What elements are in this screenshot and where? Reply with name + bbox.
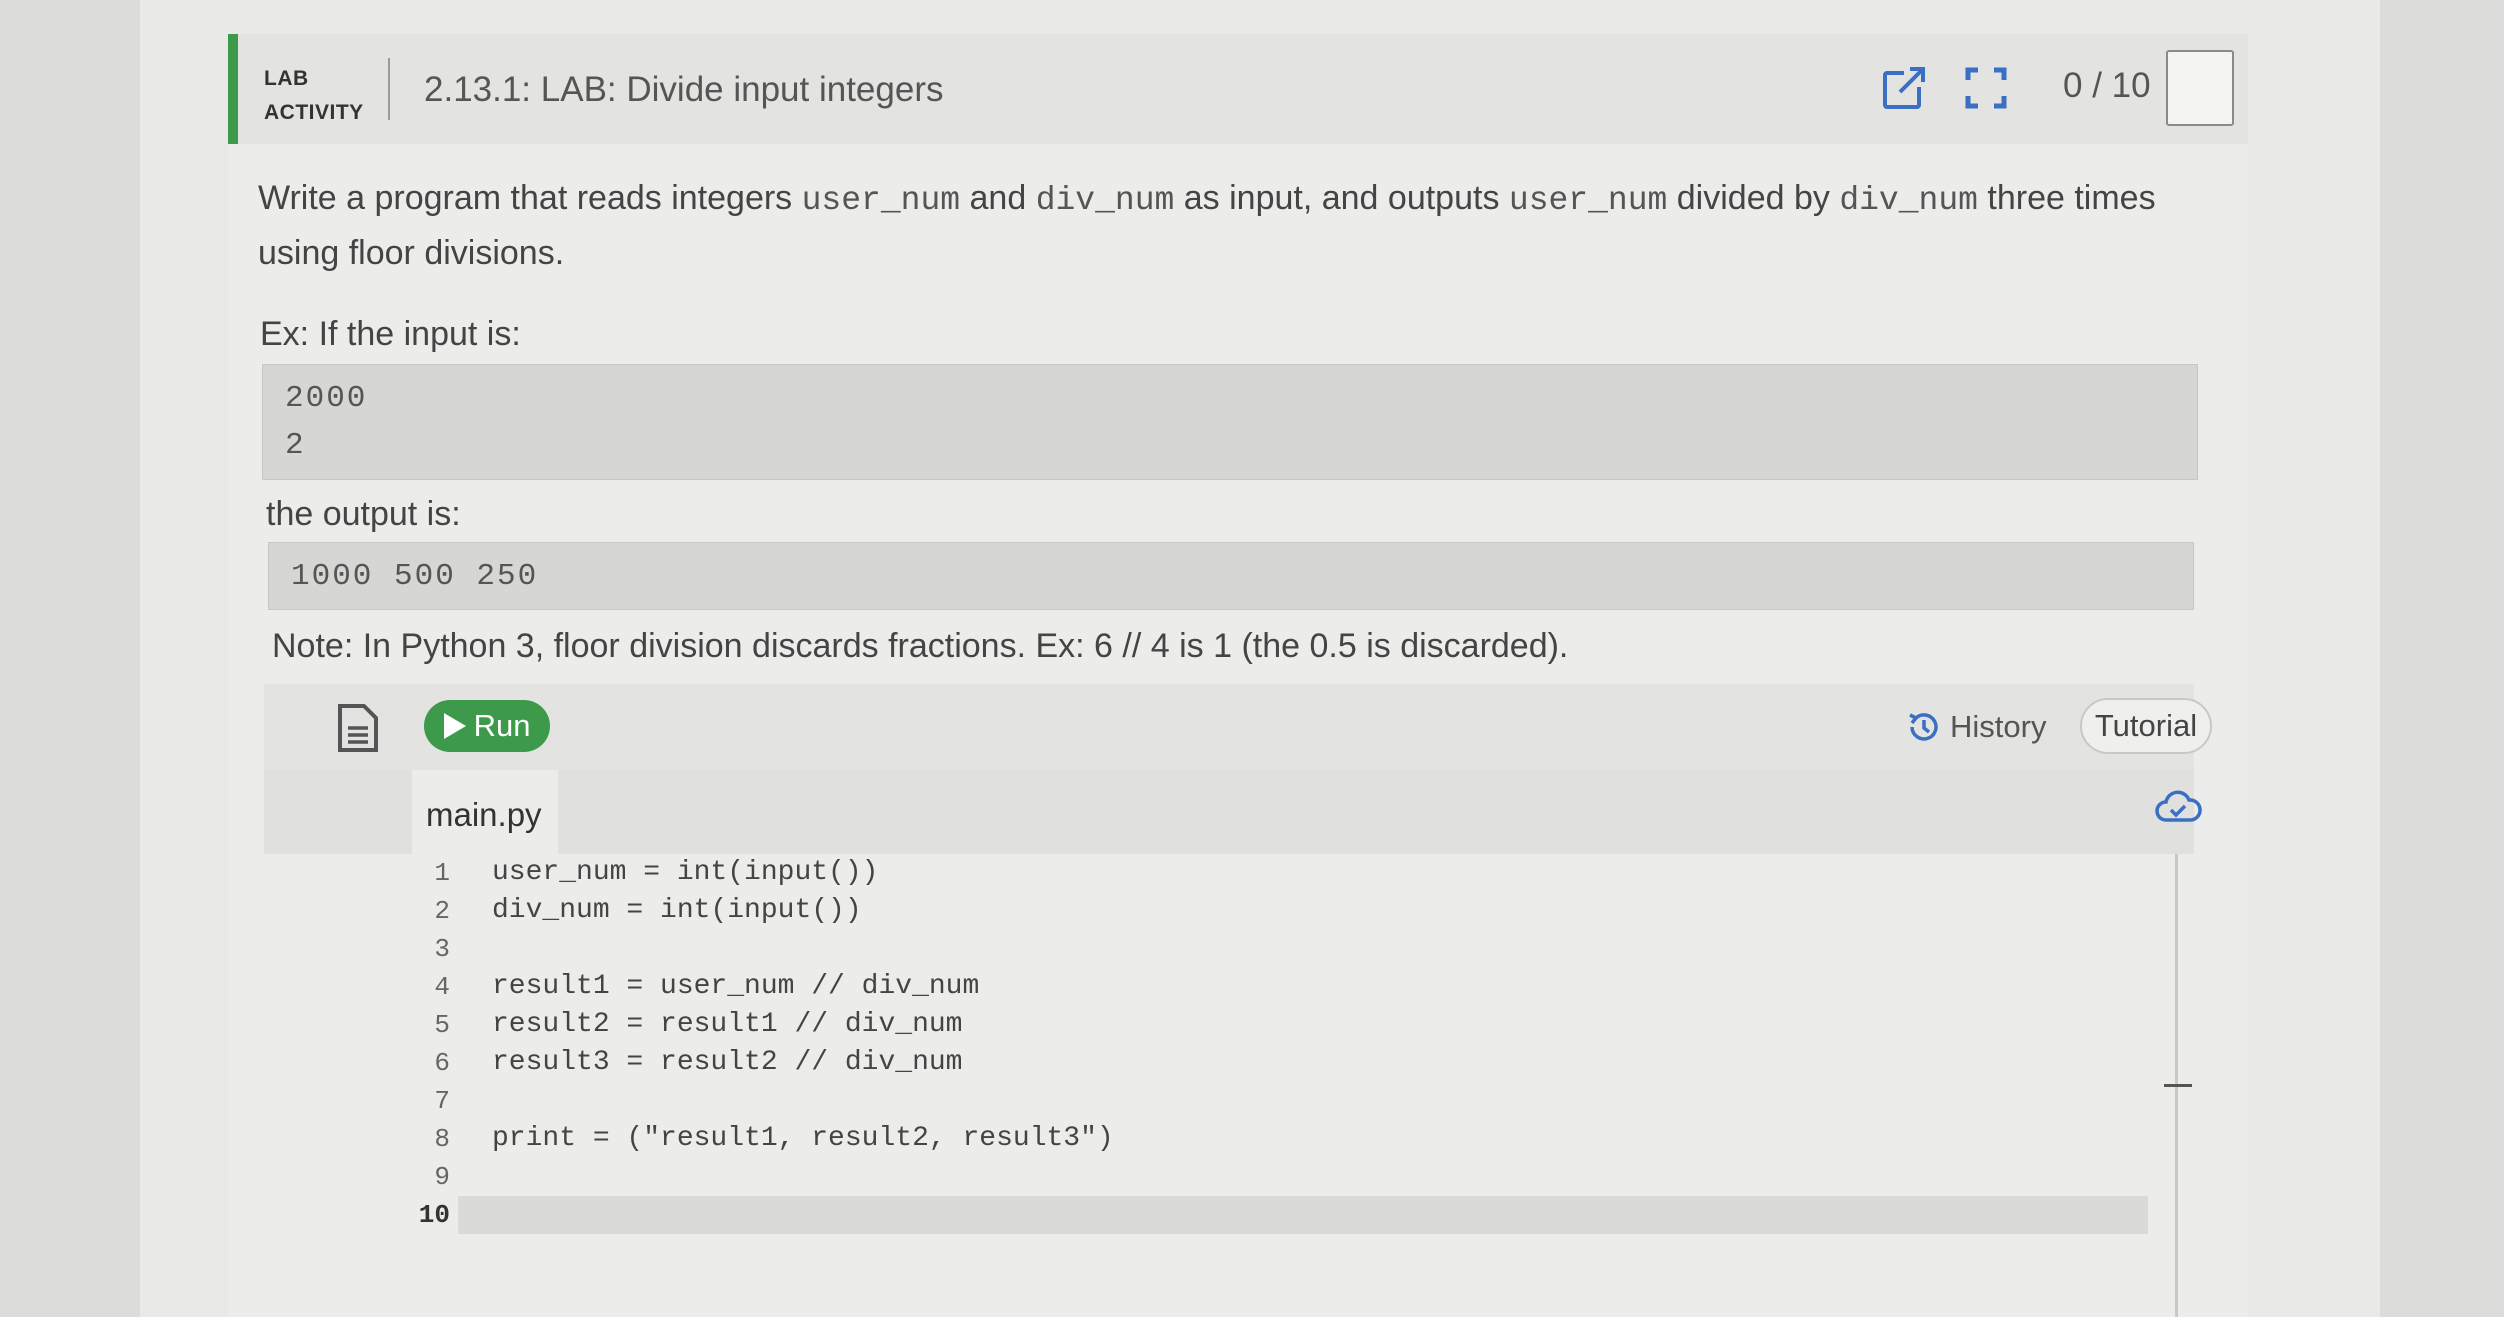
instr-text-3: as input, and outputs bbox=[1174, 179, 1509, 217]
code-line[interactable] bbox=[458, 930, 2148, 968]
lab-label-line1: LAB bbox=[264, 67, 309, 90]
score-text: 0 / 10 bbox=[2063, 66, 2151, 105]
run-label: Run bbox=[473, 708, 531, 743]
inline-code-div-num: div_num bbox=[1035, 182, 1175, 219]
fullscreen-icon[interactable] bbox=[1962, 64, 2010, 112]
line-number: 2 bbox=[434, 896, 450, 926]
example-input-line: 2000 bbox=[285, 381, 368, 416]
line-number: 7 bbox=[434, 1086, 450, 1116]
line-number: 3 bbox=[434, 934, 450, 964]
lab-label-line2: ACTIVITY bbox=[264, 101, 364, 124]
activity-title: 2.13.1: LAB: Divide input integers bbox=[424, 70, 944, 109]
note-text: Note: In Python 3, floor division discar… bbox=[272, 627, 1569, 665]
line-number: 5 bbox=[434, 1010, 450, 1040]
example-output-label: the output is: bbox=[266, 495, 461, 533]
example-input-label: Ex: If the input is: bbox=[260, 315, 521, 353]
history-label: History bbox=[1950, 709, 2047, 744]
code-line[interactable] bbox=[458, 1158, 2148, 1196]
instr-text-4: divided by bbox=[1667, 179, 1840, 217]
code-lines[interactable]: user_num = int(input()) div_num = int(in… bbox=[458, 854, 2148, 1234]
code-line[interactable]: result1 = user_num // div_num bbox=[458, 968, 2148, 1006]
tutorial-button[interactable]: Tutorial bbox=[2080, 698, 2212, 754]
inline-code-user-num: user_num bbox=[801, 182, 961, 219]
cloud-sync-icon bbox=[2154, 788, 2202, 826]
history-button[interactable]: History bbox=[1906, 702, 2046, 752]
file-tabs-bar: main.py bbox=[264, 770, 2202, 854]
inline-code-div-num-2: div_num bbox=[1839, 182, 1978, 219]
inline-code-user-num-2: user_num bbox=[1508, 182, 1668, 219]
code-line[interactable] bbox=[458, 1082, 2148, 1120]
line-number: 9 bbox=[434, 1162, 450, 1192]
line-number: 8 bbox=[434, 1124, 450, 1154]
scrollbar-marker[interactable] bbox=[2164, 1084, 2192, 1087]
file-icon[interactable] bbox=[336, 702, 380, 754]
line-number-active: 10 bbox=[418, 1200, 450, 1230]
instr-text-2: and bbox=[960, 179, 1036, 217]
code-line[interactable]: result2 = result1 // div_num bbox=[458, 1006, 2148, 1044]
example-input-line: 2 bbox=[285, 428, 306, 463]
tab-main-py[interactable]: main.py bbox=[412, 770, 558, 854]
code-line[interactable]: user_num = int(input()) bbox=[458, 854, 2148, 892]
code-line[interactable]: div_num = int(input()) bbox=[458, 892, 2148, 930]
editor-toolbar: Run History Tutorial bbox=[264, 684, 2212, 770]
code-line[interactable]: result3 = result2 // div_num bbox=[458, 1044, 2148, 1082]
line-number: 4 bbox=[434, 972, 450, 1002]
line-number-gutter: 1 2 3 4 5 6 7 8 9 10 bbox=[378, 854, 458, 1314]
lab-activity-label: LAB ACTIVITY bbox=[264, 62, 364, 130]
lab-header: LAB ACTIVITY 2.13.1: LAB: Divide input i… bbox=[228, 34, 2248, 144]
example-input-block: 2000 2 bbox=[262, 364, 2198, 480]
code-line-active[interactable] bbox=[458, 1196, 2148, 1234]
score-status-box bbox=[2166, 50, 2234, 126]
lab-activity-card: LAB ACTIVITY 2.13.1: LAB: Divide input i… bbox=[228, 34, 2248, 1317]
instr-text-1: Write a program that reads integers bbox=[258, 179, 802, 217]
instructions-paragraph: Write a program that reads integers user… bbox=[258, 172, 2238, 279]
example-output-block: 1000 500 250 bbox=[268, 542, 2194, 610]
line-number: 1 bbox=[434, 858, 450, 888]
code-line[interactable]: print = ("result1, result2, result3") bbox=[458, 1120, 2148, 1158]
code-editor[interactable]: 1 2 3 4 5 6 7 8 9 10 user_num = int(inpu… bbox=[378, 854, 2178, 1317]
play-icon bbox=[443, 713, 466, 739]
open-external-icon[interactable] bbox=[1880, 64, 1928, 112]
line-number: 6 bbox=[434, 1048, 450, 1078]
header-divider bbox=[388, 58, 390, 120]
run-button[interactable]: Run bbox=[424, 700, 550, 752]
example-output-line: 1000 500 250 bbox=[291, 559, 539, 594]
history-icon bbox=[1909, 713, 1938, 741]
